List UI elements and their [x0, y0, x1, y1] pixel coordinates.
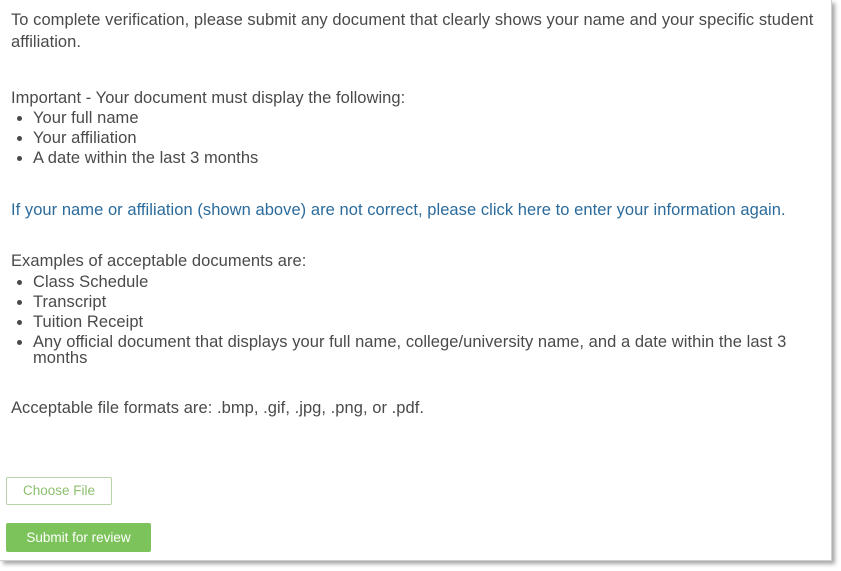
example-item: Class Schedule	[17, 272, 826, 292]
requirement-item: Your affiliation	[17, 128, 826, 148]
requirements-list: Your full name Your affiliation A date w…	[11, 108, 826, 168]
requirement-item: Your full name	[17, 108, 826, 128]
example-item: Tuition Receipt	[17, 312, 826, 332]
example-item: Transcript	[17, 292, 826, 312]
verification-panel: To complete verification, please submit …	[0, 0, 832, 561]
example-item: Any official document that displays your…	[17, 332, 826, 366]
submit-for-review-button[interactable]: Submit for review	[6, 523, 151, 552]
choose-file-button[interactable]: Choose File	[6, 477, 112, 505]
important-heading: Important - Your document must display t…	[11, 89, 406, 107]
correct-info-link[interactable]: If your name or affiliation (shown above…	[11, 199, 826, 221]
intro-text: To complete verification, please submit …	[11, 11, 814, 51]
requirement-item: A date within the last 3 months	[17, 148, 826, 168]
verification-content: To complete verification, please submit …	[11, 9, 826, 419]
file-formats-text: Acceptable file formats are: .bmp, .gif,…	[11, 399, 425, 417]
examples-list: Class Schedule Transcript Tuition Receip…	[11, 272, 826, 366]
examples-heading: Examples of acceptable documents are:	[11, 252, 307, 270]
